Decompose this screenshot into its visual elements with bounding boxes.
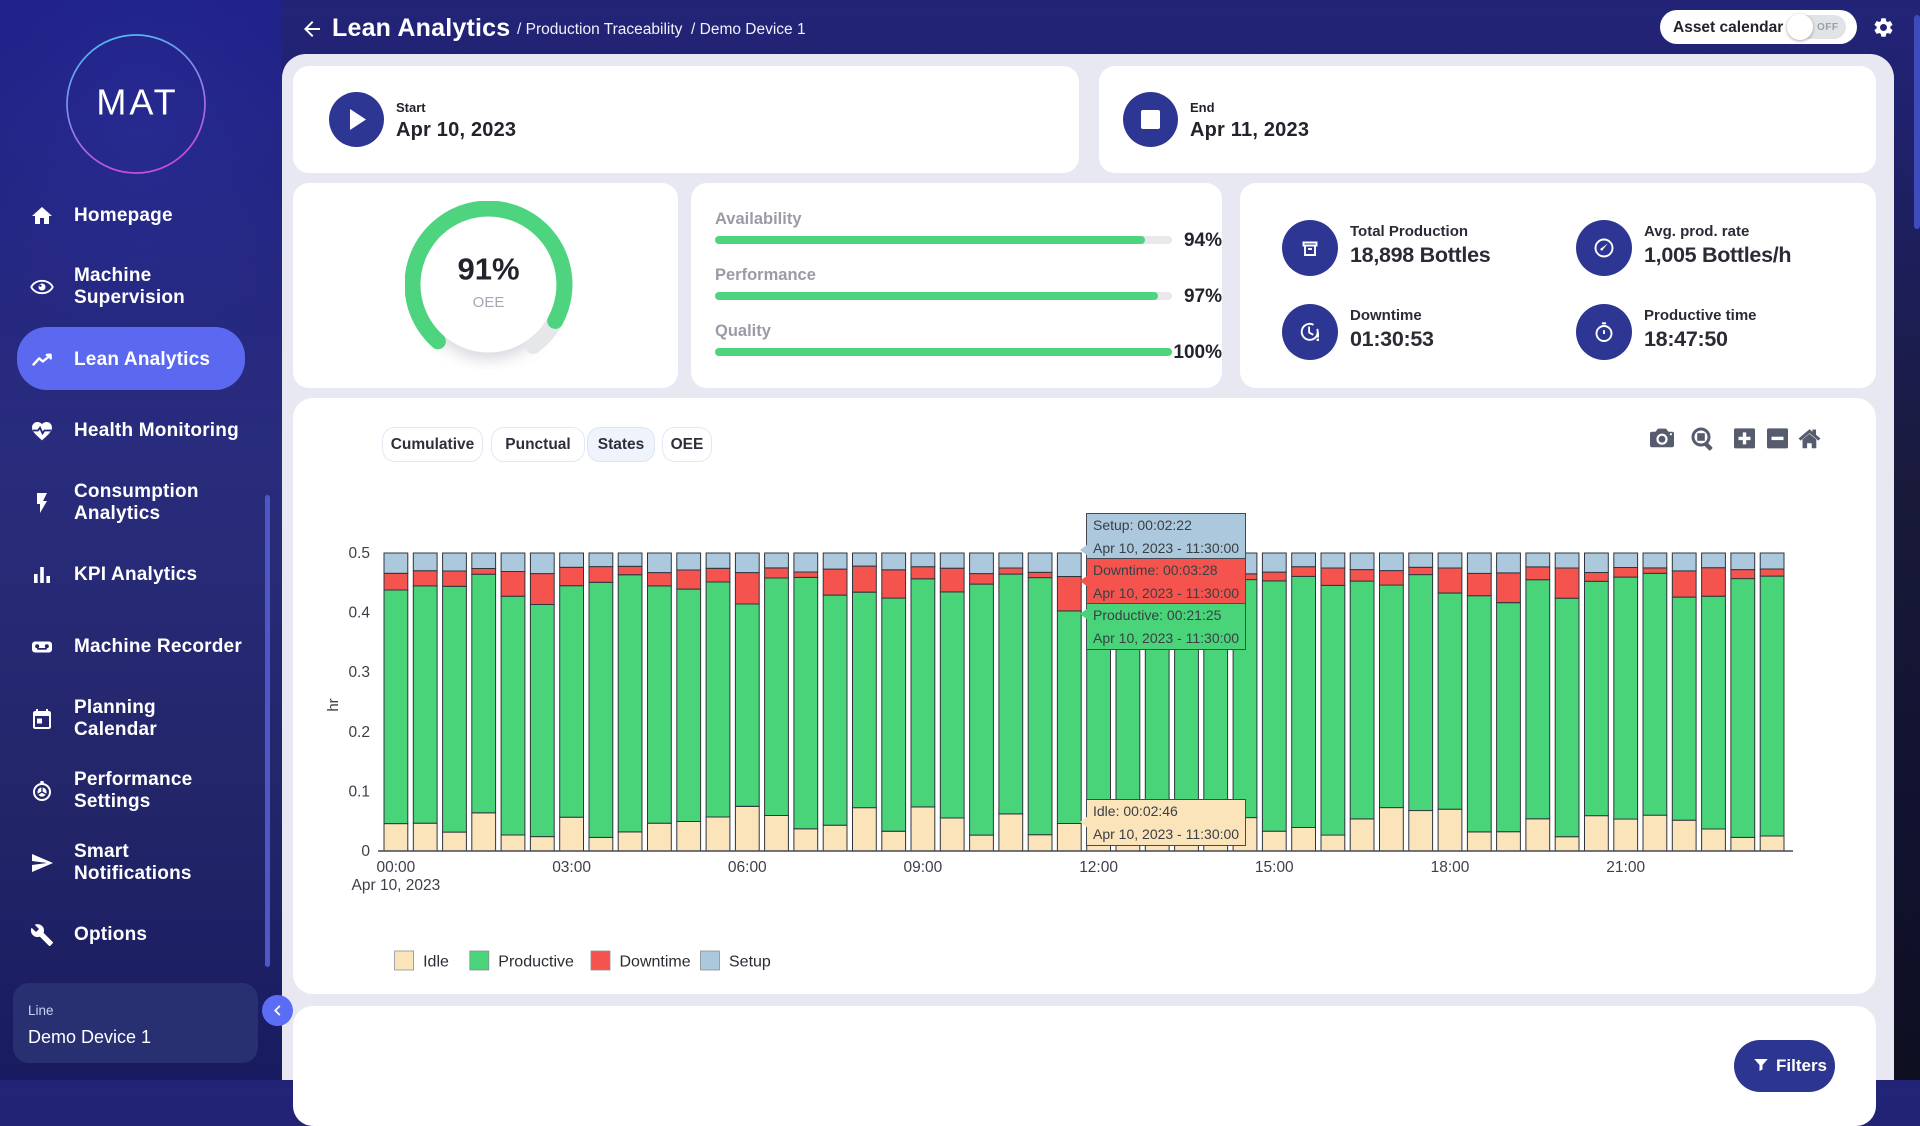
svg-text:Productive: Productive xyxy=(498,954,574,971)
svg-text:03:00: 03:00 xyxy=(552,859,591,876)
svg-text:00:00: 00:00 xyxy=(377,859,416,876)
svg-text:0.1: 0.1 xyxy=(348,783,370,800)
svg-text:MAT: MAT xyxy=(96,82,178,123)
svg-text:0.4: 0.4 xyxy=(348,605,370,622)
svg-text:0.2: 0.2 xyxy=(348,724,370,741)
svg-text:18:00: 18:00 xyxy=(1431,859,1470,876)
svg-text:0: 0 xyxy=(361,843,370,860)
svg-text:Downtime: Downtime xyxy=(620,954,691,971)
svg-text:91%: 91% xyxy=(457,252,519,287)
svg-text:hr: hr xyxy=(325,698,342,711)
svg-text:Apr 10, 2023: Apr 10, 2023 xyxy=(352,877,441,894)
svg-text:21:00: 21:00 xyxy=(1606,859,1645,876)
svg-text:06:00: 06:00 xyxy=(728,859,767,876)
svg-text:Idle: Idle xyxy=(423,954,449,971)
svg-text:0.3: 0.3 xyxy=(348,664,370,681)
svg-text:12:00: 12:00 xyxy=(1079,859,1118,876)
svg-text:Setup: Setup xyxy=(729,954,771,971)
svg-text:0.5: 0.5 xyxy=(348,545,370,562)
svg-text:15:00: 15:00 xyxy=(1255,859,1294,876)
svg-text:OEE: OEE xyxy=(473,294,505,311)
svg-text:09:00: 09:00 xyxy=(904,859,943,876)
